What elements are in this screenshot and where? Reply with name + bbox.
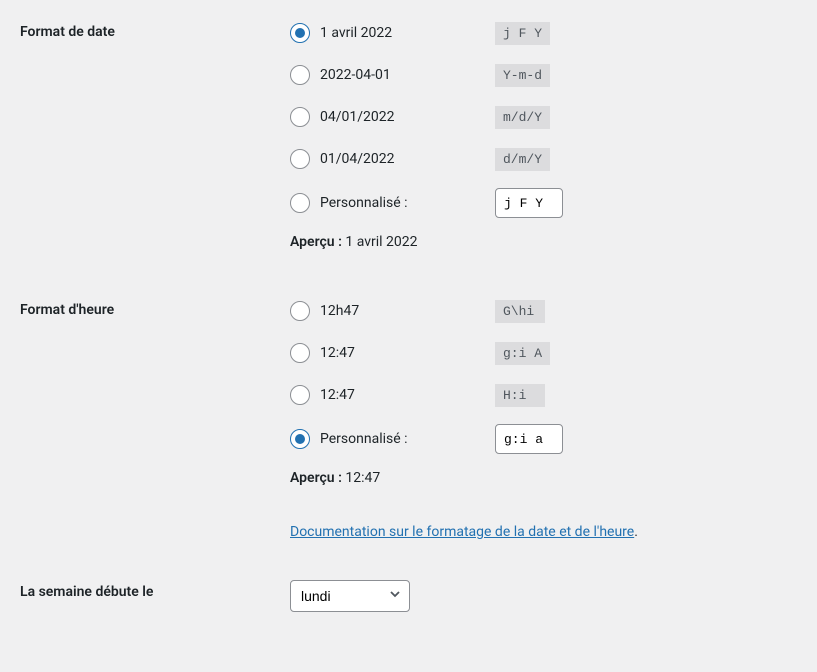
date-code-0: j F Y [495,22,550,45]
date-radio-3[interactable] [290,149,310,169]
date-code-1: Y-m-d [495,64,550,87]
date-radio-label-0[interactable]: 1 avril 2022 [320,25,495,41]
time-code-2: H:i [495,384,545,407]
time-option-1: 12:47 g:i A [290,340,797,366]
time-preview-label: Aperçu : [290,470,342,486]
time-radio-custom[interactable] [290,429,310,449]
time-option-custom: Personnalisé : [290,424,797,454]
date-code-3: d/m/Y [495,148,550,171]
week-start-select-wrapper: lundi [290,580,410,612]
week-start-select[interactable]: lundi [290,580,410,612]
time-radio-1[interactable] [290,343,310,363]
time-custom-input[interactable] [495,424,563,454]
time-radio-0[interactable] [290,301,310,321]
doc-link-wrapper: Documentation sur le formatage de la dat… [290,494,797,540]
date-radio-0[interactable] [290,23,310,43]
date-radio-2[interactable] [290,107,310,127]
date-format-label: Format de date [20,20,290,40]
time-preview: Aperçu : 12:47 [290,470,797,486]
time-code-0: G\hi [495,300,545,323]
date-radio-label-2[interactable]: 04/01/2022 [320,109,495,125]
week-start-content: lundi [290,580,797,612]
week-start-label: La semaine débute le [20,580,290,600]
date-option-3: 01/04/2022 d/m/Y [290,146,797,172]
date-radio-label-1[interactable]: 2022-04-01 [320,67,495,83]
date-custom-label[interactable]: Personnalisé : [320,195,495,211]
time-code-1: g:i A [495,342,550,365]
date-radio-label-3[interactable]: 01/04/2022 [320,151,495,167]
date-code-2: m/d/Y [495,106,550,129]
date-option-0: 1 avril 2022 j F Y [290,20,797,46]
time-radio-2[interactable] [290,385,310,405]
date-radio-custom[interactable] [290,193,310,213]
doc-link[interactable]: Documentation sur le formatage de la dat… [290,524,634,540]
time-option-0: 12h47 G\hi [290,298,797,324]
time-radio-label-1[interactable]: 12:47 [320,345,495,361]
date-format-content: 1 avril 2022 j F Y 2022-04-01 Y-m-d 04/0… [290,20,797,258]
date-option-1: 2022-04-01 Y-m-d [290,62,797,88]
doc-link-period: . [634,524,638,540]
date-custom-input[interactable] [495,188,563,218]
time-format-row: Format d'heure 12h47 G\hi 12:47 g:i A 12… [20,298,797,540]
date-radio-1[interactable] [290,65,310,85]
date-preview-value: 1 avril 2022 [345,234,417,250]
time-radio-label-2[interactable]: 12:47 [320,387,495,403]
time-radio-label-0[interactable]: 12h47 [320,303,495,319]
time-format-content: 12h47 G\hi 12:47 g:i A 12:47 H:i Personn… [290,298,797,540]
date-format-row: Format de date 1 avril 2022 j F Y 2022-0… [20,20,797,258]
time-custom-label[interactable]: Personnalisé : [320,431,495,447]
week-start-row: La semaine débute le lundi [20,580,797,612]
date-preview: Aperçu : 1 avril 2022 [290,234,797,250]
time-format-label: Format d'heure [20,298,290,318]
date-preview-label: Aperçu : [290,234,342,250]
time-preview-value: 12:47 [345,470,380,486]
date-option-custom: Personnalisé : [290,188,797,218]
time-option-2: 12:47 H:i [290,382,797,408]
date-option-2: 04/01/2022 m/d/Y [290,104,797,130]
